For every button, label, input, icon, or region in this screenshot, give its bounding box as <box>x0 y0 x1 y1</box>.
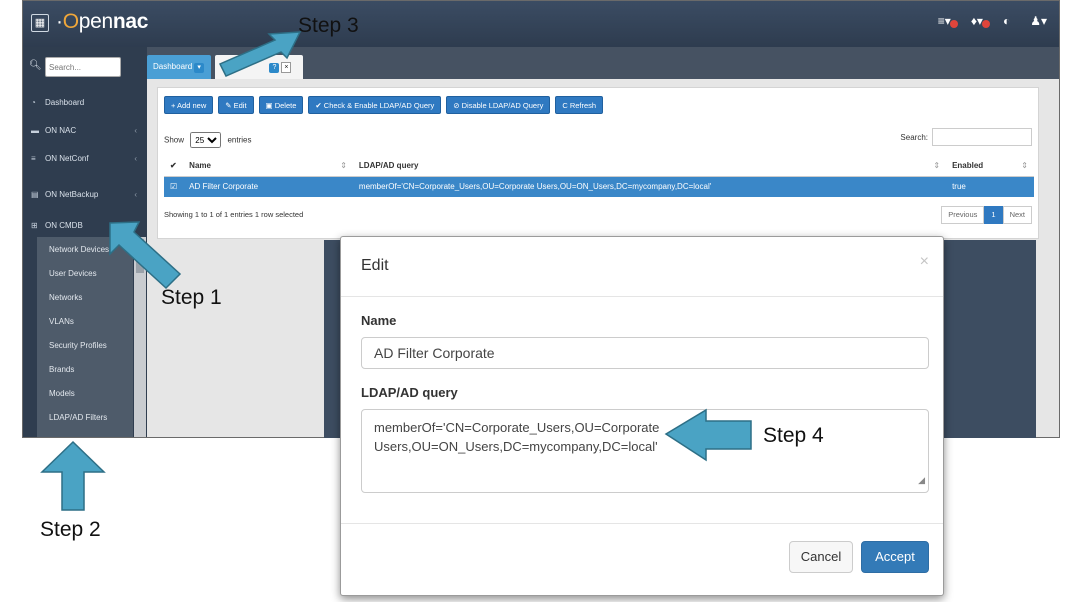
check-enable-query-button[interactable]: ✔ Check & Enable LDAP/AD Query <box>308 96 442 114</box>
toolbar: + Add new ✎ Edit ▣ Delete ✔ Check & Enab… <box>164 96 604 114</box>
close-icon[interactable]: × <box>281 62 292 73</box>
sidebar-item-on-nac[interactable]: ▬ ON NAC ‹ <box>23 119 147 143</box>
tab-dropdown-icon[interactable]: ▾ <box>194 63 204 73</box>
top-bar: ▦ ·Opennac ≡▾ ♦▾ ◐ ♟▾ <box>23 1 1059 47</box>
edit-button[interactable]: ✎ Edit <box>218 96 254 114</box>
sidebar-item-on-netbackup[interactable]: ▤ ON NetBackup ‹ <box>23 183 147 207</box>
step2-label: Step 2 <box>40 518 101 541</box>
modal-footer-divider <box>341 523 943 524</box>
sidebar-item-on-cmdb[interactable]: ⊞ ON CMDB ⌄ <box>23 214 147 238</box>
step4-label: Step 4 <box>763 424 824 447</box>
graduation-icon: ▬ <box>31 126 39 135</box>
search-icon: 🔍︎ <box>29 60 42 71</box>
list-icon[interactable]: ≡▾ <box>938 14 958 28</box>
name-field[interactable]: AD Filter Corporate <box>361 337 929 369</box>
sidebar-item-dashboard[interactable]: ◔ Dashboard <box>23 91 147 115</box>
modal-title: Edit <box>361 257 389 274</box>
sort-icon: ⇕ <box>1021 160 1028 170</box>
step1-label: Step 1 <box>161 286 222 309</box>
disable-query-button[interactable]: ⊘ Disable LDAP/AD Query <box>446 96 551 114</box>
step2-arrow <box>40 440 106 511</box>
page-length-control: Show 25 entries <box>164 132 252 148</box>
row-checkbox[interactable]: ☑ <box>164 176 184 197</box>
table-info: Showing 1 to 1 of 1 entries 1 row select… <box>164 210 304 219</box>
row-query: memberOf='CN=Corporate_Users,OU=Corporat… <box>352 176 947 197</box>
grid-icon: ⊞ <box>31 221 38 230</box>
name-label: Name <box>361 313 397 328</box>
query-label: LDAP/AD query <box>361 385 458 400</box>
page-length-select[interactable]: 25 <box>190 132 222 148</box>
top-icons: ≡▾ ♦▾ ◐ ♟▾ <box>938 14 1047 28</box>
scrollbar-thumb[interactable] <box>136 239 144 273</box>
current-page-button[interactable]: 1 <box>984 206 1003 224</box>
sidebar-item-on-netconf[interactable]: ≡ ON NetConf ‹ <box>23 147 147 171</box>
subnav-network-devices[interactable]: Network Devices <box>49 245 109 254</box>
table-search-input[interactable] <box>932 128 1032 146</box>
sidebar-search: 🔍︎ <box>29 57 141 79</box>
tab-ldap-filters[interactable]: L? × <box>215 55 303 79</box>
previous-page-button[interactable]: Previous <box>941 206 985 224</box>
filters-panel: + Add new ✎ Edit ▣ Delete ✔ Check & Enab… <box>157 87 1039 239</box>
modal-header: Edit × <box>341 237 943 297</box>
pagination: Previous 1 Next <box>941 206 1032 224</box>
subnav-ldap-ad-filters[interactable]: LDAP/AD Filters <box>49 413 107 422</box>
subnav-brands[interactable]: Brands <box>49 365 74 374</box>
table-row[interactable]: ☑ AD Filter Corporate memberOf='CN=Corpo… <box>164 176 1034 197</box>
sort-icon: ⇕ <box>340 160 347 170</box>
opennac-logo: ·Opennac <box>56 10 149 33</box>
subnav-security-profiles[interactable]: Security Profiles <box>49 341 107 350</box>
cmdb-subnav: Network Devices User Devices Networks VL… <box>37 237 133 437</box>
row-enabled: true <box>946 176 1034 197</box>
next-page-button[interactable]: Next <box>1002 206 1032 224</box>
sidebar-scrollbar[interactable] <box>134 237 146 437</box>
accept-button[interactable]: Accept <box>861 541 929 573</box>
dashboard-icon: ◔ <box>31 98 36 107</box>
col-query[interactable]: LDAP/AD query ⇕ <box>352 155 947 177</box>
chevron-left-icon: ‹ <box>134 190 137 199</box>
edit-modal: Edit × Name AD Filter Corporate LDAP/AD … <box>340 236 944 596</box>
table-header-row: ✔ Name ⇕ LDAP/AD query ⇕ Enabled ⇕ <box>164 155 1034 177</box>
tutorial-screenshot: ▦ ·Opennac ≡▾ ♦▾ ◐ ♟▾ 🔍︎ ◔Dashboard ▬ON … <box>0 0 1070 602</box>
subnav-models[interactable]: Models <box>49 389 75 398</box>
refresh-button[interactable]: C Refresh <box>555 96 604 114</box>
tab-strip: Dashboard ▾ L? × <box>147 47 1059 79</box>
chevron-down-icon: ⌄ <box>130 221 137 230</box>
query-textarea[interactable]: memberOf='CN=Corporate_Users,OU=Corporat… <box>361 409 929 493</box>
cancel-button[interactable]: Cancel <box>789 541 853 573</box>
globe-icon[interactable]: ◐ <box>1003 14 1010 28</box>
apps-grid-icon[interactable]: ▦ <box>31 14 49 32</box>
close-icon[interactable]: × <box>920 253 929 271</box>
col-enabled[interactable]: Enabled ⇕ <box>946 155 1034 177</box>
col-select[interactable]: ✔ <box>164 155 184 177</box>
help-icon[interactable]: ? <box>269 63 280 73</box>
filters-table: ✔ Name ⇕ LDAP/AD query ⇕ Enabled ⇕ ☑ AD Fil… <box>164 155 1034 197</box>
sidebar-search-input[interactable] <box>45 57 121 77</box>
col-name[interactable]: Name ⇕ <box>183 155 353 177</box>
table-search: Search: <box>900 128 1032 146</box>
sort-icon: ⇕ <box>933 160 941 170</box>
user-icon[interactable]: ♟▾ <box>1030 14 1047 28</box>
subnav-vlans[interactable]: VLANs <box>49 317 74 326</box>
step3-label: Step 3 <box>298 14 359 37</box>
chevron-left-icon: ‹ <box>134 154 137 163</box>
row-name: AD Filter Corporate <box>183 176 353 197</box>
resize-handle-icon[interactable]: ◢ <box>918 471 925 490</box>
chevron-left-icon: ‹ <box>134 126 137 135</box>
subnav-networks[interactable]: Networks <box>49 293 82 302</box>
tab-dashboard[interactable]: Dashboard ▾ <box>147 55 211 79</box>
delete-button[interactable]: ▣ Delete <box>258 96 304 114</box>
database-icon: ▤ <box>31 190 39 199</box>
subnav-user-devices[interactable]: User Devices <box>49 269 97 278</box>
bell-icon[interactable]: ♦▾ <box>971 14 990 28</box>
server-icon: ≡ <box>31 154 36 163</box>
add-new-button[interactable]: + Add new <box>164 96 214 114</box>
